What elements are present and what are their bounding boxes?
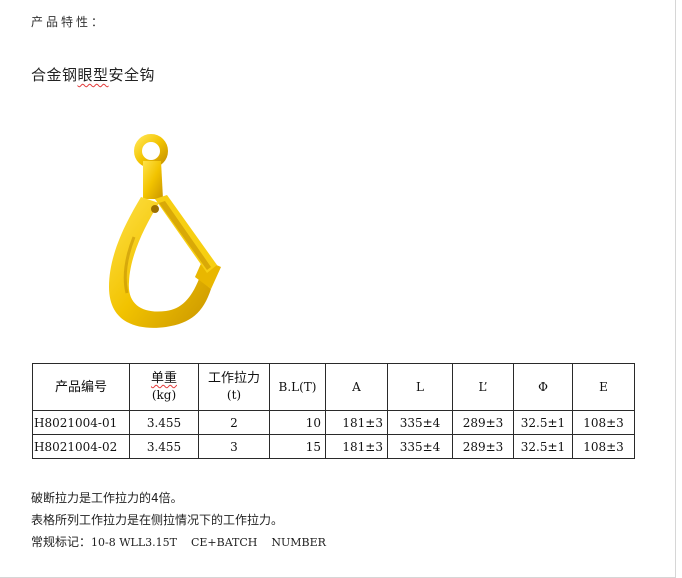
cell-weight: 3.455: [129, 410, 199, 435]
note-side-pull: 表格所列工作拉力是在侧拉情况下的工作拉力。: [31, 513, 284, 527]
product-title: 合金钢眼型安全钩: [31, 64, 155, 85]
notes: 破断拉力是工作拉力的4倍。 表格所列工作拉力是在侧拉情况下的工作拉力。 常规标记…: [31, 490, 326, 556]
note-marking-label: 常规标记：: [31, 535, 92, 549]
cell-bl: 15: [269, 434, 326, 459]
yellow-eye-safety-hook-icon: [109, 134, 221, 328]
cell-L-prime: 289±3: [452, 434, 514, 459]
table-row: H8021004-02 3.455 3 15 181±3 335±4 289±3…: [32, 434, 635, 459]
cell-wll: 3: [198, 434, 270, 459]
header-phi: Φ: [513, 363, 573, 411]
cell-A: 181±3: [325, 434, 388, 459]
header-A: A: [325, 363, 388, 411]
header-L: L: [387, 363, 453, 411]
cell-L: 335±4: [387, 434, 453, 459]
header-E: E: [572, 363, 635, 411]
cell-wll: 2: [198, 410, 270, 435]
header-bl: B.L(T): [269, 363, 326, 411]
spec-table: 产品编号 单重 (kg) 工作拉力 (t) B.L(T) A L L’ Φ E H8…: [32, 363, 635, 459]
header-L-prime: L’: [452, 363, 514, 411]
header-code: 产品编号: [32, 363, 130, 411]
cell-phi: 32.5±1: [513, 410, 573, 435]
cell-phi: 32.5±1: [513, 434, 573, 459]
cell-A: 181±3: [325, 410, 388, 435]
note-marking: 常规标记：10-8 WLL3.15T CE+BATCH NUMBER: [31, 534, 326, 556]
note-marking-value: 10-8 WLL3.15T CE+BATCH NUMBER: [91, 536, 326, 549]
cell-weight: 3.455: [129, 434, 199, 459]
table-row: H8021004-01 3.455 2 10 181±3 335±4 289±3…: [32, 410, 635, 435]
cell-code: H8021004-01: [32, 410, 130, 435]
cell-E: 108±3: [572, 410, 635, 435]
section-heading: 产品特性：: [31, 15, 107, 29]
cell-L: 335±4: [387, 410, 453, 435]
product-title-suffix: 安全钩: [108, 66, 156, 84]
header-weight: 单重 (kg): [129, 363, 199, 411]
header-wll: 工作拉力 (t): [198, 363, 270, 411]
cell-E: 108±3: [572, 434, 635, 459]
product-photo: [31, 117, 289, 362]
product-title-squiggle: 眼型: [77, 66, 109, 84]
note-breaking-load: 破断拉力是工作拉力的4倍。: [31, 491, 183, 505]
product-title-prefix: 合金钢: [31, 66, 78, 84]
table-header-row: 产品编号 单重 (kg) 工作拉力 (t) B.L(T) A L L’ Φ E: [32, 363, 635, 411]
cell-L-prime: 289±3: [452, 410, 514, 435]
cell-bl: 10: [269, 410, 326, 435]
cell-code: H8021004-02: [32, 434, 130, 459]
